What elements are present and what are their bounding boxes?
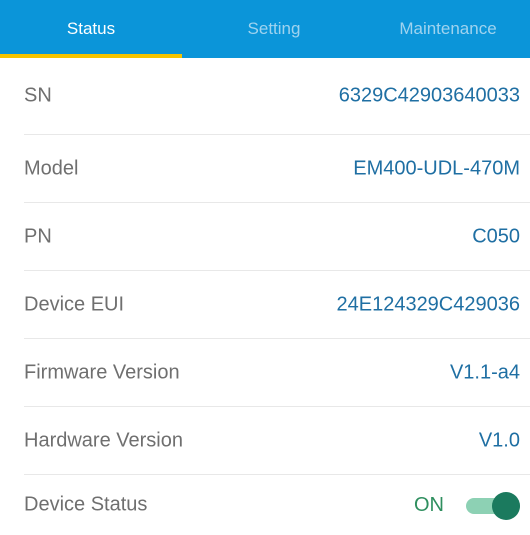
toggle-knob — [492, 492, 520, 520]
device-status-control: ON — [414, 491, 520, 520]
row-value: C050 — [472, 225, 520, 247]
row-value: EM400-UDL-470M — [353, 157, 520, 179]
row-label: Device EUI — [24, 293, 125, 315]
row-pn: PN C050 — [24, 203, 530, 271]
tab-setting[interactable]: Setting — [182, 0, 366, 58]
device-status-value: ON — [414, 493, 444, 516]
row-label: Firmware Version — [24, 361, 180, 383]
status-list: SN 6329C42903640033 Model EM400-UDL-470M… — [24, 58, 530, 535]
row-firmware-version: Firmware Version V1.1-a4 — [24, 339, 530, 407]
tab-maintenance[interactable]: Maintenance — [366, 0, 530, 58]
row-label: SN — [24, 84, 52, 107]
row-label: PN — [24, 225, 52, 247]
row-label: Model — [24, 157, 79, 179]
row-value: 6329C42903640033 — [338, 84, 520, 107]
row-label: Hardware Version — [24, 429, 183, 451]
row-sn: SN 6329C42903640033 — [24, 58, 530, 135]
row-value: V1.1-a4 — [449, 361, 520, 383]
tab-bar: Status Setting Maintenance — [0, 0, 530, 58]
row-device-eui: Device EUI 24E124329C429036 — [24, 271, 530, 339]
tab-status[interactable]: Status — [0, 0, 182, 58]
row-hardware-version: Hardware Version V1.0 — [24, 407, 530, 475]
row-value: V1.0 — [478, 429, 520, 451]
row-model: Model EM400-UDL-470M — [24, 135, 530, 203]
row-device-status: Device Status ON — [24, 475, 530, 535]
row-label: Device Status — [24, 493, 148, 516]
device-status-toggle[interactable] — [466, 491, 520, 520]
row-value: 24E124329C429036 — [336, 293, 520, 315]
